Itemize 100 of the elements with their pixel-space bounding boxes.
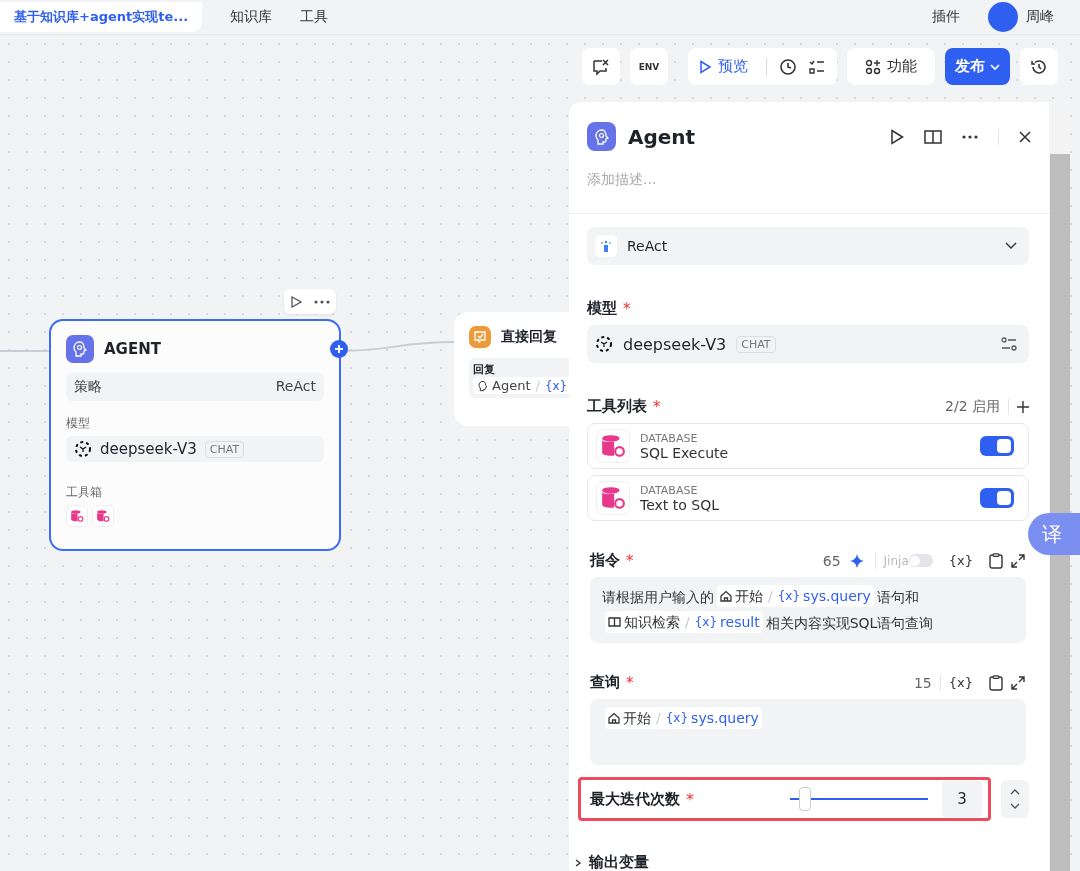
prompt-editor[interactable]: 开始 / {x} sys.query: [590, 699, 1026, 765]
preview-button[interactable]: 预览: [692, 56, 754, 77]
model-label: 模型: [66, 415, 91, 432]
checklist-icon[interactable]: [809, 58, 825, 75]
insert-variable-button[interactable]: {x}: [948, 553, 973, 568]
jinja-toggle[interactable]: [908, 554, 933, 567]
strategy-label: 策略: [74, 378, 102, 396]
slider-thumb[interactable]: [799, 787, 812, 811]
book-icon[interactable]: [924, 128, 942, 145]
prompt-text: 相关内容实现SQL语句查询: [765, 615, 934, 631]
model-label: 模型: [587, 299, 617, 318]
required-mark: *: [653, 397, 661, 416]
more-icon[interactable]: [962, 134, 978, 139]
iteration-count-field[interactable]: 3: [942, 781, 982, 817]
avatar[interactable]: [988, 2, 1018, 32]
jinja-label: Jinja: [883, 553, 909, 568]
model-select[interactable]: deepseek-V3 CHAT: [587, 325, 1029, 363]
play-icon: [698, 59, 712, 74]
clipboard-icon[interactable]: [989, 674, 1003, 691]
settings-icon[interactable]: [1001, 337, 1017, 351]
agent-node-card[interactable]: AGENT 策略 ReAct 模型 deepseek-V3 CHAT 工具箱: [49, 319, 341, 551]
insert-variable-button[interactable]: {x}: [948, 675, 973, 690]
field-label: 查询: [590, 673, 620, 692]
variable-mark: {x}: [544, 378, 568, 393]
comment-off-button[interactable]: [582, 48, 620, 85]
nav-tab[interactable]: 知识库: [230, 8, 273, 26]
plugins-link[interactable]: 插件: [932, 8, 960, 26]
database-icon: [596, 481, 630, 515]
add-icon[interactable]: [1017, 400, 1029, 413]
history-button[interactable]: [1020, 48, 1058, 85]
model-tag: CHAT: [204, 440, 245, 458]
toolbox-label: 工具箱: [66, 484, 103, 501]
character-count: 15: [913, 674, 932, 691]
run-history-icon[interactable]: [779, 57, 797, 76]
nav-tab[interactable]: 工具: [300, 8, 329, 26]
variable-reference[interactable]: 知识检索 / {x} result: [605, 611, 763, 633]
database-icon: [92, 505, 114, 527]
more-icon[interactable]: [314, 299, 330, 304]
tools-enabled-count: 2/2 启用: [945, 397, 1000, 416]
reply-icon: [469, 326, 491, 348]
tool-category: DATABASE: [640, 483, 699, 497]
features-button[interactable]: 功能: [847, 48, 935, 85]
model-logo-icon: [595, 335, 613, 353]
output-variables-label: 输出变量: [589, 853, 649, 871]
strategy-value: ReAct: [275, 378, 316, 396]
play-icon[interactable]: [290, 295, 302, 308]
database-icon: [596, 429, 630, 463]
path-separator: /: [535, 378, 540, 393]
tool-category: DATABASE: [640, 431, 699, 445]
tool-toggle[interactable]: [980, 436, 1014, 456]
user-name[interactable]: 周峰: [1026, 8, 1054, 26]
agent-head-icon: [66, 335, 94, 363]
database-icon: [66, 505, 88, 527]
character-count: 65: [822, 552, 841, 569]
publish-button[interactable]: 发布: [945, 48, 1010, 85]
tool-name: SQL Execute: [640, 444, 730, 461]
node-title: 直接回复: [501, 328, 557, 346]
home-icon: [720, 590, 732, 602]
home-icon: [608, 712, 620, 724]
source-node-name: Agent: [492, 378, 531, 393]
max-iterations-label: 最大迭代次数: [590, 789, 680, 809]
variable-reference[interactable]: 开始 / {x} sys.query: [605, 707, 762, 729]
chevron-down-icon: [990, 61, 1000, 72]
project-title[interactable]: 基于知识库+agent实现te...: [0, 2, 203, 32]
expand-icon[interactable]: [1011, 675, 1025, 690]
apps-icon: [865, 58, 881, 75]
chevron-right-icon[interactable]: [575, 858, 581, 867]
panel-title: Agent: [628, 124, 696, 149]
play-icon[interactable]: [890, 128, 904, 145]
iteration-slider[interactable]: [790, 787, 928, 811]
agent-head-icon: [587, 122, 616, 151]
variable-reference[interactable]: 开始 / {x} sys.query: [717, 585, 874, 607]
book-icon: [608, 616, 621, 628]
prompt-text: 请根据用户输入的: [602, 589, 714, 605]
clipboard-icon[interactable]: [989, 552, 1003, 569]
history-icon: [1030, 57, 1048, 76]
tool-toggle[interactable]: [980, 488, 1014, 508]
required-mark: *: [626, 673, 634, 692]
chevron-down-icon: [1005, 242, 1017, 250]
strategy-icon: [595, 235, 617, 257]
env-button[interactable]: ENV: [630, 48, 668, 85]
field-label: 指令: [590, 551, 620, 570]
tool-name: Text to SQL: [640, 496, 720, 513]
strategy-select[interactable]: ReAct: [587, 227, 1029, 265]
model-name: deepseek-V3: [100, 440, 197, 458]
required-mark: *: [623, 299, 631, 318]
tools-label: 工具列表: [587, 397, 647, 416]
node-title: AGENT: [104, 340, 161, 358]
agent-head-icon: [477, 379, 489, 392]
prompt-text: 语句和: [876, 589, 919, 605]
required-mark: *: [686, 789, 694, 809]
model-logo-icon: [74, 440, 92, 458]
edge-line: [0, 350, 50, 352]
up-down-icon: [1010, 787, 1020, 811]
prompt-editor[interactable]: 请根据用户输入的 开始 / {x} sys.query 语句和 知识检索 / {x} result 相关内容实现SQL语句查询: [590, 577, 1026, 643]
reply-label: 回复: [473, 362, 496, 377]
comment-off-icon: [592, 57, 610, 76]
add-node-icon[interactable]: [330, 340, 348, 358]
close-icon[interactable]: [1019, 130, 1031, 143]
expand-icon[interactable]: [1011, 553, 1025, 568]
